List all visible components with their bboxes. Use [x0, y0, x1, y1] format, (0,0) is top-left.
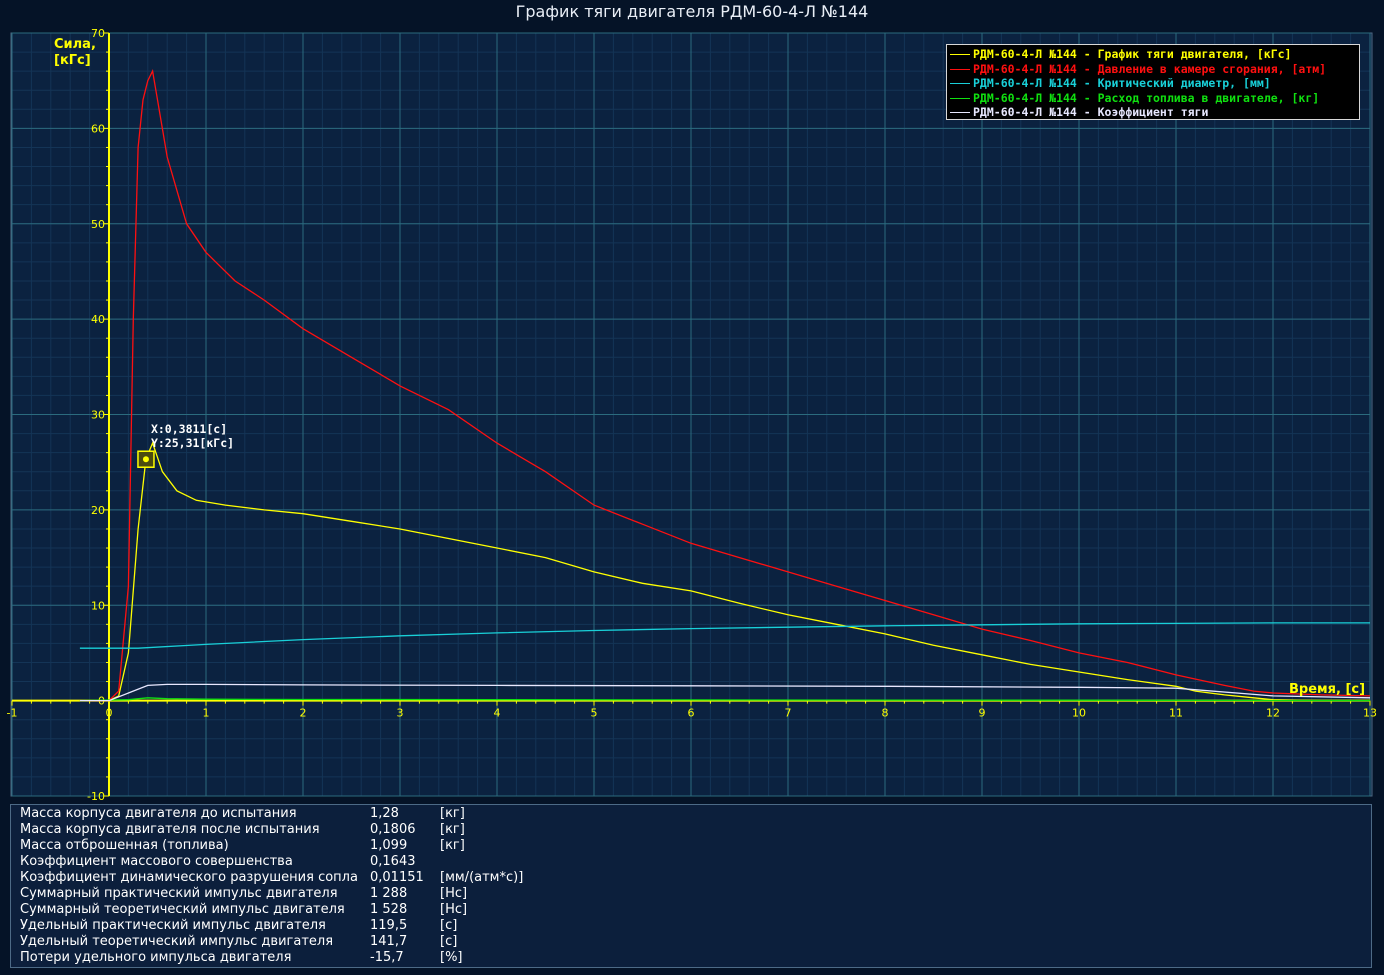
parameter-label: Потери удельного импульса двигателя — [20, 950, 292, 965]
legend-swatch — [950, 83, 970, 84]
y-axis-label-line1: Сила, — [54, 37, 96, 52]
parameter-label: Масса корпуса двигателя после испытания — [20, 822, 320, 837]
legend-label: РДМ-60-4-Л №144 - Давление в камере сгор… — [973, 61, 1327, 76]
x-tick-label: 11 — [1169, 707, 1183, 720]
parameter-label: Удельный теоретический импульс двигателя — [20, 934, 334, 949]
x-axis-label: Время, [с] — [1289, 682, 1366, 697]
parameter-value: 1,28 — [370, 806, 399, 821]
y-tick-label: 30 — [91, 409, 105, 422]
parameter-unit: [%] — [440, 950, 463, 965]
y-tick-label: 40 — [91, 313, 105, 326]
legend-item: РДМ-60-4-Л №144 - Давление в камере сгор… — [950, 62, 1326, 77]
parameter-label: Масса корпуса двигателя до испытания — [20, 806, 297, 821]
x-tick-label: 4 — [494, 707, 501, 720]
legend-item: РДМ-60-4-Л №144 - Критический диаметр, [… — [950, 76, 1271, 91]
legend-swatch — [950, 68, 970, 70]
engine-parameters-panel: Масса корпуса двигателя до испытания 1,28… — [10, 804, 1372, 968]
x-tick-label: 12 — [1266, 707, 1280, 720]
x-tick-label: -1 — [7, 707, 18, 720]
x-tick-label: 6 — [688, 707, 695, 720]
x-tick-label: 7 — [785, 707, 792, 720]
y-axis-label-line2: [кГс] — [54, 53, 91, 68]
y-tick-label: 10 — [91, 599, 105, 612]
legend-item: РДМ-60-4-Л №144 - Коэффициент тяги — [950, 105, 1208, 120]
parameter-value: 0,1806 — [370, 822, 416, 837]
parameter-label: Коэффициент массового совершенства — [20, 854, 293, 869]
y-tick-label: 50 — [91, 218, 105, 231]
y-tick-label: 60 — [91, 122, 105, 135]
cursor-y-label: Y:25,31[кГс] — [151, 436, 234, 450]
parameter-unit: [кг] — [440, 838, 465, 853]
x-tick-label: 2 — [300, 707, 307, 720]
x-tick-label: 9 — [979, 707, 986, 720]
parameter-value: 119,5 — [370, 918, 408, 933]
x-tick-label: 3 — [397, 707, 404, 720]
legend-label: РДМ-60-4-Л №144 - Расход топлива в двига… — [973, 90, 1320, 105]
parameter-value: -15,7 — [370, 950, 404, 965]
x-tick-label: 0 — [106, 707, 113, 720]
cursor-x-label: X:0,3811[с] — [151, 422, 227, 436]
parameter-value: 1 288 — [370, 886, 408, 901]
parameter-unit: [с] — [440, 918, 458, 933]
parameter-value: 141,7 — [370, 934, 408, 949]
x-tick-label: 5 — [591, 707, 598, 720]
y-tick-label: 20 — [91, 504, 105, 517]
parameter-value: 0,01151 — [370, 870, 424, 885]
legend-item: РДМ-60-4-Л №144 - График тяги двигателя,… — [950, 47, 1292, 62]
legend-label: РДМ-60-4-Л №144 - Критический диаметр, [… — [973, 76, 1271, 90]
parameter-label: Суммарный теоретический импульс двигател… — [20, 902, 345, 917]
legend-item: РДМ-60-4-Л №144 - Расход топлива в двига… — [950, 91, 1319, 106]
parameter-unit: [Нс] — [440, 886, 468, 901]
x-tick-label: 8 — [882, 707, 889, 720]
y-axis-label: Сила, [кГс] — [54, 37, 96, 69]
legend-label: РДМ-60-4-Л №144 - Коэффициент тяги — [973, 105, 1209, 119]
parameter-value: 0,1643 — [370, 854, 416, 869]
parameter-unit: [Нс] — [440, 902, 468, 917]
legend-swatch — [950, 112, 970, 113]
parameter-value: 1,099 — [370, 838, 408, 853]
parameter-label: Масса отброшенная (топлива) — [20, 838, 229, 853]
legend-label: РДМ-60-4-Л №144 - График тяги двигателя,… — [973, 47, 1292, 61]
parameter-unit: [мм/(атм*с)] — [440, 870, 524, 885]
x-tick-label: 10 — [1072, 707, 1086, 720]
parameter-unit: [с] — [440, 934, 458, 949]
cursor-point — [142, 456, 149, 463]
parameter-value: 1 528 — [370, 902, 408, 917]
parameter-label: Коэффициент динамического разрушения соп… — [20, 870, 358, 885]
legend-swatch — [950, 54, 970, 55]
x-tick-label: 13 — [1363, 707, 1377, 720]
x-tick-label: 1 — [203, 707, 210, 720]
legend-swatch — [950, 97, 970, 99]
y-tick-label: -10 — [87, 790, 105, 803]
parameter-unit: [кг] — [440, 822, 465, 837]
parameter-label: Удельный практический импульс двигателя — [20, 918, 326, 933]
parameter-unit: [кг] — [440, 806, 465, 821]
parameter-label: Суммарный практический импульс двигателя — [20, 886, 338, 901]
chart-legend: РДМ-60-4-Л №144 - График тяги двигателя,… — [946, 44, 1360, 120]
thrust-chart[interactable]: -1 0 1 2 3 4 5 6 7 8 9 10 11 12 13-10010203040506070 X… — [0, 0, 1384, 805]
